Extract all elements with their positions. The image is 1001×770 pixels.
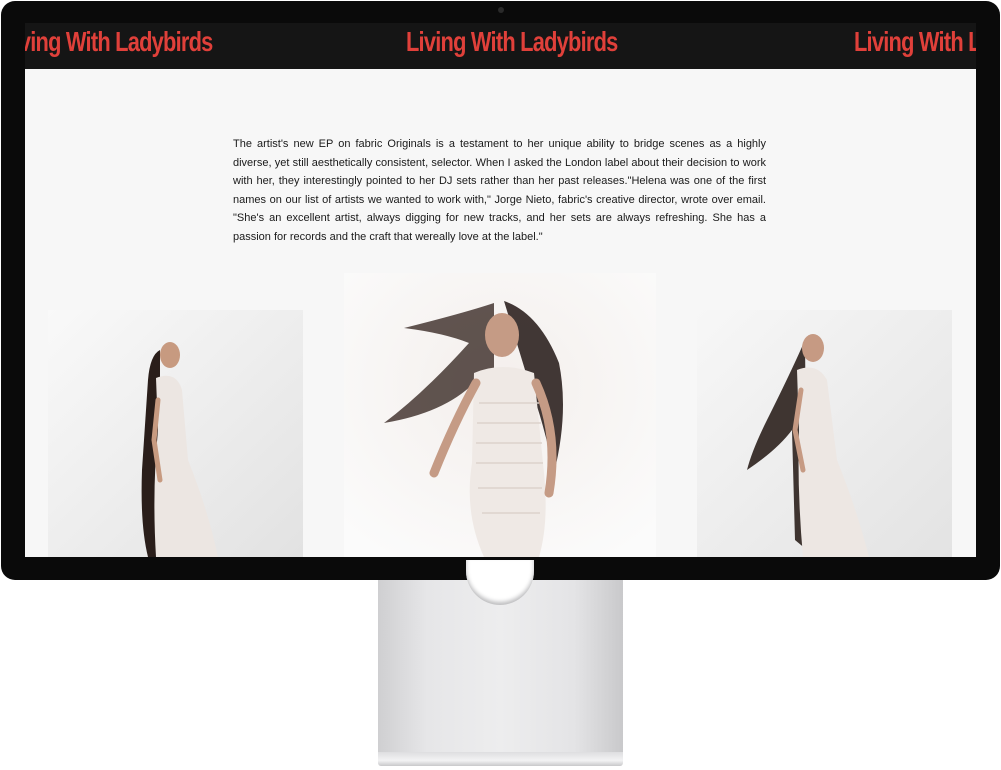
monitor-stand bbox=[378, 580, 623, 758]
marquee-title: Living With Ladybirds bbox=[854, 26, 976, 57]
gallery-photo-center[interactable] bbox=[344, 273, 656, 557]
portrait-image bbox=[697, 310, 952, 557]
gallery-photo-right[interactable] bbox=[697, 310, 952, 557]
monitor-bezel: Living With Ladybirds Living With Ladybi… bbox=[1, 1, 1000, 580]
camera-dot bbox=[498, 7, 504, 13]
article-paragraph: The artist's new EP on fabric Originals … bbox=[233, 138, 766, 243]
portrait-image bbox=[344, 273, 656, 557]
stand-base bbox=[378, 752, 623, 766]
marquee-banner: Living With Ladybirds Living With Ladybi… bbox=[25, 23, 976, 69]
portrait-image bbox=[48, 310, 303, 557]
marquee-title: Living With Ladybirds bbox=[406, 26, 618, 57]
website-viewport[interactable]: Living With Ladybirds Living With Ladybi… bbox=[25, 23, 976, 557]
marquee-title: Living With Ladybirds bbox=[25, 26, 213, 57]
gallery-photo-left[interactable] bbox=[48, 310, 303, 557]
